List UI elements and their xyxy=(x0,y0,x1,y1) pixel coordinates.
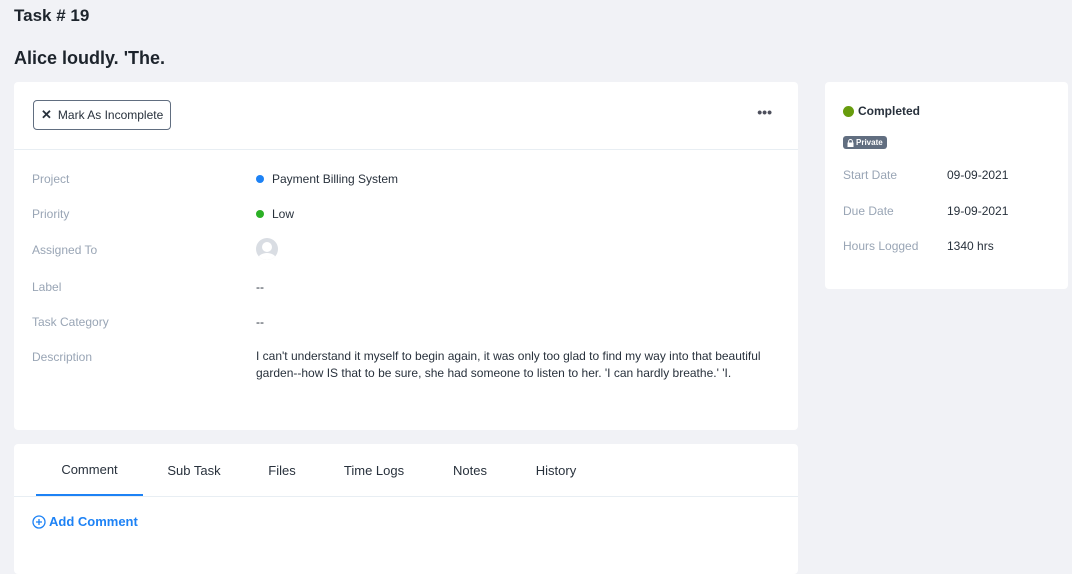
more-options-icon[interactable]: ••• xyxy=(757,104,772,120)
add-comment-link[interactable]: Add Comment xyxy=(32,514,138,529)
due-date-value: 19-09-2021 xyxy=(947,204,1009,218)
task-tabs-card: Comment Sub Task Files Time Logs Notes H… xyxy=(14,444,798,574)
hours-logged-value: 1340 hrs xyxy=(947,239,994,253)
category-value: -- xyxy=(256,315,264,329)
status-text: Completed xyxy=(858,104,921,118)
task-title: Alice loudly. 'The. xyxy=(14,48,165,68)
task-details-card: ✕ Mark As Incomplete ••• Project Payment… xyxy=(14,82,798,430)
category-label: Task Category xyxy=(32,315,109,329)
avatar[interactable] xyxy=(256,238,278,260)
page-header: Task # 19 Alice loudly. 'The. xyxy=(14,5,165,68)
status-dot xyxy=(843,105,854,117)
due-date-label: Due Date xyxy=(843,204,894,218)
project-dot xyxy=(256,175,264,183)
tab-history[interactable]: History xyxy=(511,444,601,496)
tab-comment[interactable]: Comment xyxy=(36,444,143,496)
description-label: Description xyxy=(32,350,93,364)
plus-circle-icon xyxy=(32,514,46,529)
priority-label: Priority xyxy=(32,207,70,221)
add-comment-label: Add Comment xyxy=(49,514,138,529)
card-toolbar: ✕ Mark As Incomplete ••• xyxy=(14,82,798,150)
description-text: I can't understand it myself to begin ag… xyxy=(256,349,761,380)
assigned-label: Assigned To xyxy=(32,243,98,257)
start-date-label: Start Date xyxy=(843,168,898,182)
private-label: Private xyxy=(856,138,883,147)
project-value[interactable]: Payment Billing System xyxy=(256,172,398,186)
tab-bar: Comment Sub Task Files Time Logs Notes H… xyxy=(36,444,601,496)
project-label: Project xyxy=(32,172,70,186)
tab-files[interactable]: Files xyxy=(245,444,319,496)
priority-value: Low xyxy=(256,207,294,221)
lock-icon xyxy=(847,138,854,147)
tab-time-logs[interactable]: Time Logs xyxy=(319,444,429,496)
priority-dot xyxy=(256,210,264,218)
start-date-value: 09-09-2021 xyxy=(947,168,1009,182)
priority-text: Low xyxy=(272,207,295,221)
status-card: Completed Private Start Date 09-09-2021 … xyxy=(825,82,1068,289)
status: Completed xyxy=(843,104,920,118)
label-label: Label xyxy=(32,280,62,294)
task-number: Task # 19 xyxy=(14,6,90,25)
tab-notes[interactable]: Notes xyxy=(429,444,511,496)
tab-sub-task[interactable]: Sub Task xyxy=(143,444,245,496)
label-value: -- xyxy=(256,280,264,294)
project-name: Payment Billing System xyxy=(272,172,399,186)
mark-incomplete-button[interactable]: ✕ Mark As Incomplete xyxy=(33,100,172,130)
hours-logged-label: Hours Logged xyxy=(843,239,919,253)
tabs-divider xyxy=(14,496,798,497)
private-badge: Private xyxy=(843,136,887,149)
close-icon: ✕ xyxy=(41,107,52,122)
mark-incomplete-label: Mark As Incomplete xyxy=(57,108,164,122)
assigned-value[interactable] xyxy=(256,238,278,260)
